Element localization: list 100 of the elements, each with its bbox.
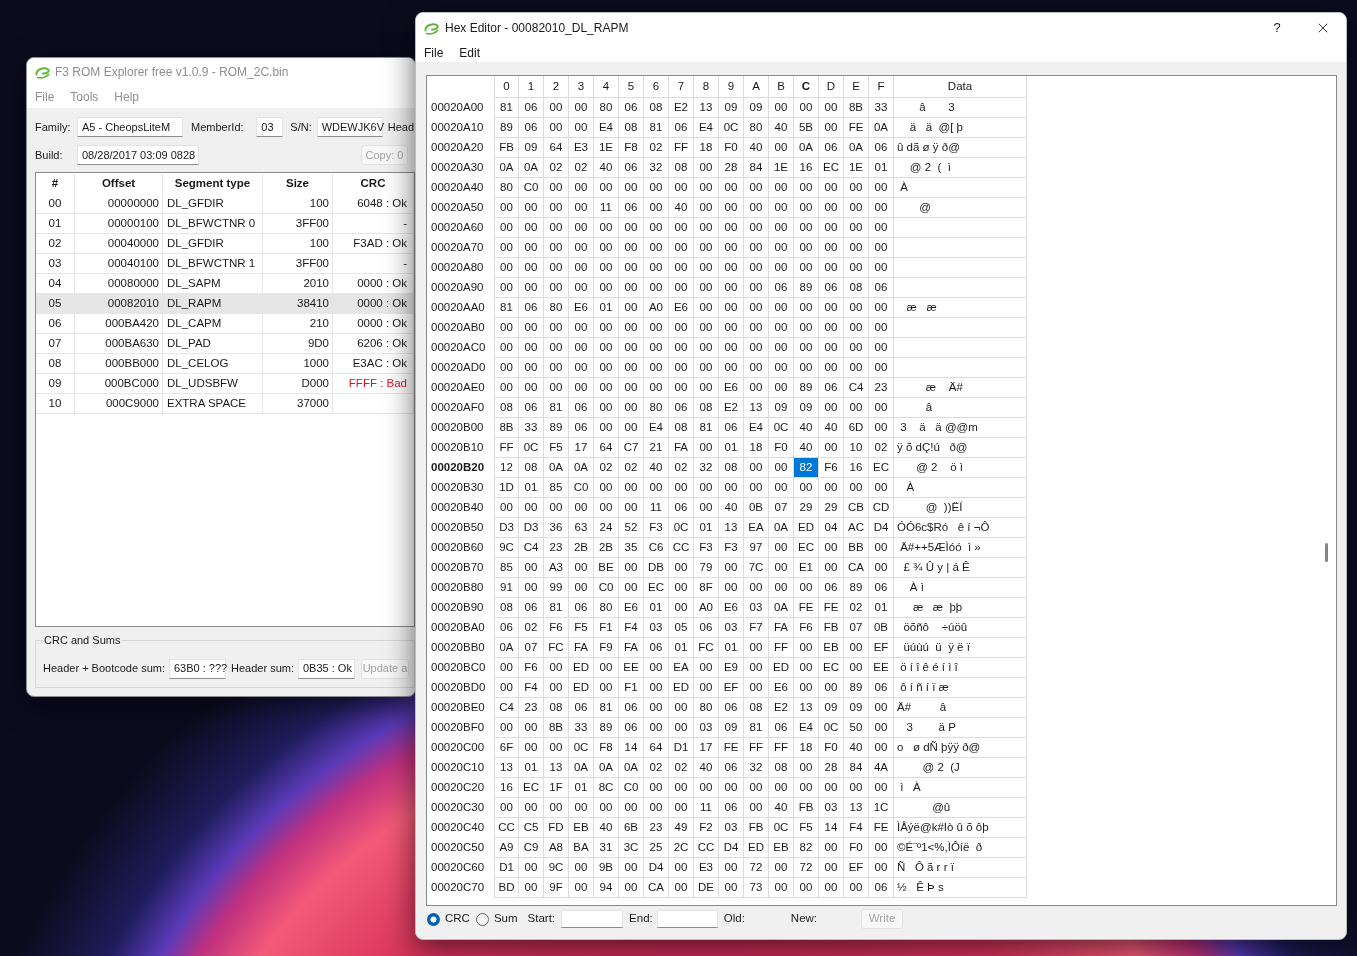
hex-byte-cell[interactable]: 00 — [569, 98, 594, 118]
hex-byte-cell[interactable]: FD — [544, 818, 569, 838]
hex-byte-cell[interactable]: 00 — [494, 238, 519, 258]
hex-byte-cell[interactable]: 08 — [844, 278, 869, 298]
hex-byte-cell[interactable]: 01 — [719, 438, 744, 458]
hex-byte-cell[interactable]: C0 — [569, 478, 594, 498]
hex-byte-cell[interactable]: 80 — [744, 118, 769, 138]
hex-byte-cell[interactable]: 00 — [594, 278, 619, 298]
hex-byte-cell[interactable]: 0C — [769, 818, 794, 838]
hex-byte-cell[interactable]: 02 — [844, 598, 869, 618]
hex-byte-cell[interactable]: 00 — [594, 378, 619, 398]
hex-byte-cell[interactable]: 00 — [594, 658, 619, 678]
hex-byte-cell[interactable]: 00 — [494, 658, 519, 678]
hex-byte-cell[interactable]: 00 — [619, 478, 644, 498]
hex-byte-cell[interactable]: FA — [569, 638, 594, 658]
hex-byte-cell[interactable]: 0A — [569, 758, 594, 778]
hex-byte-cell[interactable]: 00 — [719, 278, 744, 298]
hex-byte-cell[interactable]: 00 — [794, 218, 819, 238]
hex-byte-cell[interactable]: 06 — [819, 278, 844, 298]
hex-byte-cell[interactable]: 0A — [794, 138, 819, 158]
hex-byte-cell[interactable]: D1 — [494, 858, 519, 878]
hex-byte-cell[interactable]: EE — [619, 658, 644, 678]
hex-byte-cell[interactable]: 00 — [694, 278, 719, 298]
hex-byte-cell[interactable]: 00 — [769, 878, 794, 898]
hex-byte-cell[interactable]: F4 — [844, 818, 869, 838]
menu-item[interactable]: File — [424, 43, 444, 62]
hex-byte-cell[interactable]: 00 — [744, 778, 769, 798]
hex-byte-cell[interactable]: 00 — [569, 378, 594, 398]
hex-byte-cell[interactable]: 00 — [794, 298, 819, 318]
hex-byte-cell[interactable]: 00 — [594, 418, 619, 438]
hex-byte-cell[interactable]: 25 — [644, 838, 669, 858]
hex-byte-cell[interactable]: 10 — [844, 438, 869, 458]
hex-byte-cell[interactable]: FA — [669, 438, 694, 458]
hex-byte-cell[interactable]: 00 — [869, 718, 894, 738]
hex-byte-cell[interactable]: 00 — [869, 698, 894, 718]
hex-byte-cell[interactable]: F4 — [619, 618, 644, 638]
hex-byte-cell[interactable]: 00 — [669, 318, 694, 338]
hex-byte-cell[interactable]: 09 — [744, 98, 769, 118]
hex-byte-cell[interactable]: C0 — [519, 178, 544, 198]
hex-byte-cell[interactable]: 0A — [494, 638, 519, 658]
hex-byte-cell[interactable]: 00 — [519, 878, 544, 898]
hex-byte-cell[interactable]: F0 — [769, 438, 794, 458]
hex-byte-cell[interactable]: F6 — [819, 458, 844, 478]
hex-byte-cell[interactable]: E6 — [619, 598, 644, 618]
hex-byte-cell[interactable]: 00 — [869, 258, 894, 278]
hex-byte-cell[interactable]: 08 — [769, 758, 794, 778]
hex-byte-cell[interactable]: 00 — [644, 278, 669, 298]
hex-byte-cell[interactable]: 06 — [519, 98, 544, 118]
hex-byte-cell[interactable]: 03 — [644, 618, 669, 638]
table-row[interactable]: 08 000BB000 DL_CELOG 1000 E3AC : Ok — [36, 354, 414, 374]
hex-byte-cell[interactable]: 40 — [644, 458, 669, 478]
hex-byte-cell[interactable]: 00 — [619, 878, 644, 898]
hex-byte-cell[interactable]: 00 — [694, 238, 719, 258]
hex-byte-cell[interactable]: 23 — [544, 538, 569, 558]
hex-byte-cell[interactable]: F0 — [819, 738, 844, 758]
hex-byte-cell[interactable]: 00 — [644, 778, 669, 798]
hex-byte-cell[interactable]: EA — [669, 658, 694, 678]
hex-byte-cell[interactable]: 00 — [769, 538, 794, 558]
hex-byte-cell[interactable]: FB — [494, 138, 519, 158]
hex-byte-cell[interactable]: ED — [569, 678, 594, 698]
hex-byte-cell[interactable]: 03 — [719, 818, 744, 838]
hex-byte-cell[interactable]: 00 — [569, 258, 594, 278]
hex-byte-cell[interactable]: 00 — [794, 778, 819, 798]
hex-byte-cell[interactable]: 00 — [544, 658, 569, 678]
hex-byte-cell[interactable]: 00 — [594, 318, 619, 338]
hex-byte-cell[interactable]: C0 — [594, 578, 619, 598]
hex-byte-cell[interactable]: D4 — [719, 838, 744, 858]
hex-byte-cell[interactable]: CA — [644, 878, 669, 898]
hex-byte-cell[interactable]: 06 — [694, 618, 719, 638]
hex-byte-cell[interactable]: 00 — [619, 858, 644, 878]
hex-byte-cell[interactable]: 0A — [494, 158, 519, 178]
hex-byte-cell[interactable]: 00 — [869, 318, 894, 338]
hex-byte-cell[interactable]: 00 — [644, 338, 669, 358]
hex-byte-cell[interactable]: 06 — [869, 278, 894, 298]
hex-byte-cell[interactable]: 08 — [719, 458, 744, 478]
hex-byte-cell[interactable]: 00 — [519, 558, 544, 578]
hex-byte-cell[interactable]: EB — [819, 638, 844, 658]
hex-byte-cell[interactable]: 00 — [819, 338, 844, 358]
hex-byte-cell[interactable]: 00 — [519, 218, 544, 238]
hex-byte-cell[interactable]: FF — [769, 638, 794, 658]
hex-byte-cell[interactable]: 00 — [719, 578, 744, 598]
hex-byte-cell[interactable]: 03 — [694, 718, 719, 738]
hex-byte-cell[interactable]: 00 — [619, 558, 644, 578]
hex-byte-cell[interactable]: 00 — [744, 638, 769, 658]
hex-byte-cell[interactable]: 17 — [569, 438, 594, 458]
hex-byte-cell[interactable]: ED — [794, 518, 819, 538]
hex-byte-cell[interactable]: F0 — [719, 138, 744, 158]
hex-byte-cell[interactable]: 00 — [519, 858, 544, 878]
hex-byte-cell[interactable]: E4 — [794, 718, 819, 738]
hex-byte-cell[interactable]: 6D — [844, 418, 869, 438]
hex-byte-cell[interactable]: 00 — [694, 778, 719, 798]
hex-byte-cell[interactable]: 00 — [819, 398, 844, 418]
hex-byte-cell[interactable]: E6 — [719, 598, 744, 618]
hex-byte-cell[interactable]: 00 — [819, 98, 844, 118]
hex-byte-cell[interactable]: 3C — [619, 838, 644, 858]
hex-byte-cell[interactable]: 0C — [819, 718, 844, 738]
hex-byte-cell[interactable]: 00 — [619, 238, 644, 258]
hex-byte-cell[interactable]: 89 — [594, 718, 619, 738]
hex-byte-cell[interactable]: 00 — [594, 398, 619, 418]
hex-byte-cell[interactable]: 06 — [869, 878, 894, 898]
